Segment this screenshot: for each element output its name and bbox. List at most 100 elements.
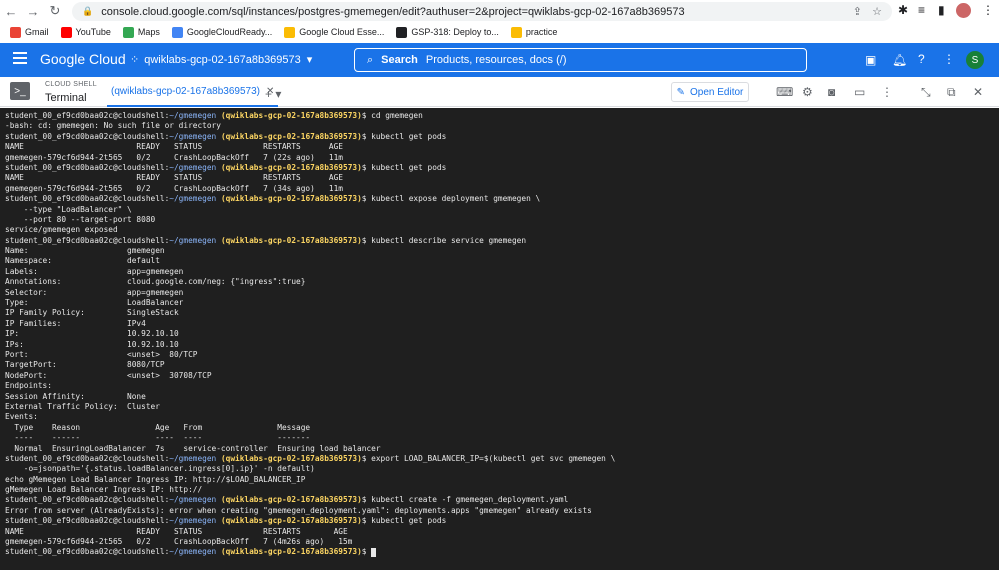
terminal-output-line: gmemegen-579cf6d944-2t565 0/2 CrashLoopB…: [5, 152, 343, 162]
bookmark-item[interactable]: GoogleCloudReady...: [171, 26, 273, 38]
project-name: qwiklabs-gcp-02-167a8b369573: [144, 53, 301, 66]
prompt-user: student_00_ef9cd0baa02c@cloudshell:: [5, 235, 170, 245]
terminal-output-line: NAME READY STATUS RESTARTS AGE: [5, 173, 343, 183]
search-placeholder: Products, resources, docs (/): [425, 54, 567, 66]
bookmark-icon: [171, 26, 183, 38]
bookmark-item[interactable]: Maps: [122, 26, 160, 38]
bookmark-item[interactable]: Google Cloud Esse...: [284, 26, 384, 38]
terminal-output-line: NAME READY STATUS RESTARTS AGE: [5, 526, 348, 536]
extensions-icon[interactable]: ✱: [898, 3, 908, 17]
terminal-output-line: gMemegen Load Balancer Ingress IP: http:…: [5, 485, 203, 495]
search-label: Search: [381, 54, 418, 66]
terminal-output-line: Type: LoadBalancer: [5, 298, 184, 308]
notifications-icon[interactable]: 🔔︎: [892, 53, 907, 67]
bookmark-item[interactable]: GSP-318: Deploy to...: [396, 26, 499, 38]
prompt-project: (qwiklabs-gcp-02-167a8b369573): [220, 547, 362, 557]
terminal-output-line: Name: gmemegen: [5, 246, 165, 256]
close-icon[interactable]: ✕: [973, 85, 983, 99]
prompt-path: ~/gmemegen: [169, 131, 217, 141]
minimize-icon[interactable]: ⤡: [921, 85, 931, 100]
reload-icon[interactable]: ↻: [44, 0, 66, 22]
bookmark-label: Gmail: [25, 27, 49, 37]
back-icon[interactable]: ←: [0, 0, 22, 22]
layout-icon[interactable]: ▭: [854, 85, 865, 99]
cloud-header: Google Cloud ⁘ qwiklabs-gcp-02-167a8b369…: [0, 43, 999, 77]
terminal-prompt-line: student_00_ef9cd0baa02c@cloudshell:~/gme…: [5, 132, 994, 142]
web-preview-icon[interactable]: ◙: [828, 85, 835, 99]
lock-icon: 🔒: [82, 6, 94, 16]
more-icon[interactable]: ⋮: [881, 85, 893, 99]
prompt-user: student_00_ef9cd0baa02c@cloudshell:: [5, 162, 170, 172]
star-icon[interactable]: ☆: [872, 5, 882, 18]
share-icon[interactable]: ⇪: [853, 5, 862, 18]
address-bar[interactable]: 🔒 console.cloud.google.com/sql/instances…: [72, 2, 892, 21]
hamburger-menu-icon[interactable]: [13, 52, 27, 64]
add-tab-button[interactable]: + ▾: [265, 87, 281, 101]
settings-icon[interactable]: ⚙: [802, 85, 813, 99]
menu-icon[interactable]: ⋮: [982, 3, 994, 17]
browser-toolbar: ← → ↻ 🔒 console.cloud.google.com/sql/ins…: [0, 0, 999, 22]
open-new-window-icon[interactable]: ⧉: [947, 85, 956, 100]
terminal-output-line: service/gmemegen exposed: [5, 225, 118, 235]
keyboard-icon[interactable]: ⌨: [776, 85, 793, 99]
prompt-path: ~/gmemegen: [169, 453, 217, 463]
terminal-output-line: External Traffic Policy: Cluster: [5, 401, 160, 411]
prompt-path: ~/gmemegen: [169, 547, 217, 557]
command-text: $ cd gmemegen: [361, 111, 423, 120]
bookmark-item[interactable]: Gmail: [10, 26, 49, 38]
shell-title: Terminal: [45, 92, 87, 104]
tab-label: (qwiklabs-gcp-02-167a8b369573): [111, 86, 260, 97]
reading-list-icon[interactable]: ≡: [918, 3, 925, 17]
search-input[interactable]: ⌕ Search Products, resources, docs (/): [354, 48, 807, 72]
terminal-output-line: TargetPort: 8080/TCP: [5, 360, 165, 370]
cloud-shell-icon[interactable]: ▣: [865, 53, 876, 67]
terminal-output-line: echo gMemegen Load Balancer Ingress IP: …: [5, 474, 306, 484]
prompt-project: (qwiklabs-gcp-02-167a8b369573): [220, 111, 362, 120]
prompt-user: student_00_ef9cd0baa02c@cloudshell:: [5, 194, 170, 204]
terminal-output-line: Labels: app=gmemegen: [5, 266, 184, 276]
prompt-path: ~/gmemegen: [169, 194, 217, 204]
shell-section-label: CLOUD SHELL: [45, 81, 97, 88]
terminal-output-line: NodePort: <unset> 30708/TCP: [5, 370, 212, 380]
google-cloud-logo[interactable]: Google Cloud: [40, 51, 126, 67]
pencil-icon: ✎: [676, 86, 685, 98]
bookmark-label: practice: [525, 27, 558, 37]
help-icon[interactable]: ?: [918, 52, 925, 66]
user-avatar[interactable]: S: [966, 51, 984, 69]
profile-avatar[interactable]: [956, 3, 971, 18]
side-panel-icon[interactable]: ▮: [938, 3, 945, 17]
prompt-user: student_00_ef9cd0baa02c@cloudshell:: [5, 495, 170, 505]
bookmark-item[interactable]: practice: [510, 26, 558, 38]
prompt-path: ~/gmemegen: [169, 495, 217, 505]
bookmark-label: GSP-318: Deploy to...: [411, 27, 499, 37]
project-picker[interactable]: ⁘ qwiklabs-gcp-02-167a8b369573 ▾: [130, 53, 312, 67]
terminal-output-line: Session Affinity: None: [5, 391, 146, 401]
terminal-output[interactable]: student_00_ef9cd0baa02c@cloudshell:~/gme…: [0, 108, 999, 570]
terminal-output-line: Type Reason Age From Message: [5, 422, 311, 432]
prompt-project: (qwiklabs-gcp-02-167a8b369573): [220, 453, 362, 463]
forward-icon[interactable]: →: [22, 0, 44, 22]
terminal-prompt-line: student_00_ef9cd0baa02c@cloudshell:~/gme…: [5, 547, 994, 557]
bookmark-label: GoogleCloudReady...: [186, 27, 273, 37]
bookmark-icon: [10, 26, 21, 38]
terminal-output-line: Annotations: cloud.google.com/neg: {"ing…: [5, 277, 306, 287]
more-options-icon[interactable]: ⋮: [943, 52, 955, 66]
command-text: $ kubectl create -f gmemegen_deployment.…: [361, 495, 569, 505]
command-text: $ kubectl get pods: [361, 516, 447, 526]
tab-terminal-session[interactable]: (qwiklabs-gcp-02-167a8b369573) ✕: [107, 86, 279, 107]
prompt-user: student_00_ef9cd0baa02c@cloudshell:: [5, 453, 170, 463]
bookmark-icon: [60, 26, 72, 38]
open-editor-label: Open Editor: [690, 86, 744, 98]
command-text: $ kubectl get pods: [361, 162, 447, 172]
command-text: $: [361, 547, 372, 557]
open-editor-button[interactable]: ✎ Open Editor: [671, 82, 749, 102]
terminal-output-line: Normal EnsuringLoadBalancer 7s service-c…: [5, 443, 381, 453]
bookmark-item[interactable]: YouTube: [60, 26, 111, 38]
bookmark-label: Maps: [137, 27, 160, 37]
terminal-prompt-line: student_00_ef9cd0baa02c@cloudshell:~/gme…: [5, 163, 994, 173]
terminal-output-line: -o=jsonpath='{.status.loadBalancer.ingre…: [5, 464, 315, 474]
prompt-user: student_00_ef9cd0baa02c@cloudshell:: [5, 131, 170, 141]
prompt-path: ~/gmemegen: [169, 162, 217, 172]
prompt-project: (qwiklabs-gcp-02-167a8b369573): [220, 131, 362, 141]
terminal-icon: >_: [10, 82, 30, 100]
